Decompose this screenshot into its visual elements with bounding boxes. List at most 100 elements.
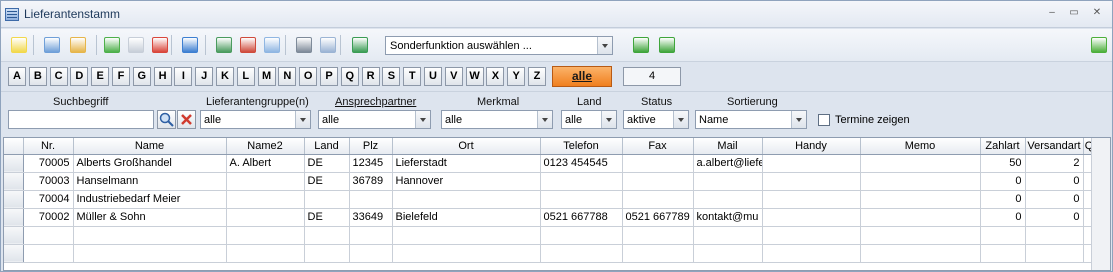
letter-filter-e[interactable]: E [91,67,110,86]
chevron-down-icon[interactable] [791,111,806,128]
column-header-nr[interactable]: Nr. [23,138,74,155]
table-cell[interactable] [693,190,763,209]
copy-record-button[interactable] [125,34,147,56]
letter-filter-m[interactable]: M [257,67,276,86]
table-row[interactable]: 70005 Alberts Großhandel A. Albert DE 12345 L… [4,154,1110,173]
table-cell[interactable]: Müller & Sohn [73,208,227,227]
column-header-plz[interactable]: Plz [349,138,393,155]
column-header-versandart[interactable]: Versandart [1025,138,1084,155]
letter-filter-o[interactable]: O [299,67,318,86]
all-letters-button[interactable]: alle [552,66,612,87]
search-folder-button[interactable] [67,34,89,56]
row-selector[interactable] [4,172,24,191]
column-header-memo[interactable]: Memo [860,138,981,155]
letter-filter-i[interactable]: I [174,67,193,86]
print-button[interactable] [293,34,315,56]
table-cell[interactable] [860,208,981,227]
letter-filter-l[interactable]: L [236,67,255,86]
table-cell[interactable] [762,154,861,173]
table-cell[interactable]: 33649 [349,208,393,227]
letter-filter-z[interactable]: Z [528,67,546,86]
sort-select[interactable]: Name [695,110,807,129]
letter-filter-v[interactable]: V [444,67,463,86]
chevron-down-icon[interactable] [601,111,616,128]
letter-filter-u[interactable]: U [424,67,442,86]
table-cell[interactable] [304,190,350,209]
letter-filter-a[interactable]: A [8,67,26,86]
attribute-select[interactable]: alle [441,110,553,129]
table-cell[interactable]: DE [304,172,350,191]
table-cell[interactable]: 70003 [23,172,74,191]
search-button[interactable] [41,34,63,56]
table-cell[interactable]: 0521 667788 [540,208,623,227]
new-record-button[interactable] [101,34,123,56]
table-cell[interactable]: 50 [980,154,1026,173]
search-input[interactable] [8,110,154,129]
column-header-name2[interactable]: Name2 [226,138,305,155]
column-header-fax[interactable]: Fax [622,138,694,155]
table-cell[interactable]: Hannover [392,172,541,191]
letter-filter-f[interactable]: F [112,67,130,86]
table-cell[interactable] [693,172,763,191]
table-cell[interactable]: Bielefeld [392,208,541,227]
row-selector[interactable] [4,190,24,209]
table-cell[interactable]: 0 [1025,172,1084,191]
letter-filter-w[interactable]: W [465,67,484,86]
table-cell[interactable] [622,172,694,191]
maximize-button[interactable]: ▭ [1066,6,1082,20]
table-cell[interactable]: 2 [1025,154,1084,173]
table-cell[interactable] [762,172,861,191]
table-cell[interactable] [860,154,981,173]
grid-layout-button[interactable] [317,34,339,56]
refresh-button[interactable] [656,34,678,56]
table-cell[interactable] [226,172,305,191]
table-cell[interactable] [860,190,981,209]
country-select[interactable]: alle [561,110,617,129]
table-cell[interactable] [762,208,861,227]
minimize-button[interactable]: – [1044,6,1060,20]
contact-person-select[interactable]: alle [318,110,431,129]
table-cell[interactable] [540,190,623,209]
table-cell[interactable]: 0521 667789 [622,208,694,227]
add-contact-button[interactable] [213,34,235,56]
column-header-handy[interactable]: Handy [762,138,861,155]
letter-filter-q[interactable]: Q [340,67,359,86]
column-header-mail[interactable]: Mail [693,138,763,155]
letter-filter-h[interactable]: H [153,67,172,86]
table-cell[interactable] [349,190,393,209]
table-cell[interactable] [622,154,694,173]
table-cell[interactable]: A. Albert [226,154,305,173]
undo-button[interactable] [630,34,652,56]
letter-filter-j[interactable]: J [195,67,214,86]
table-cell[interactable]: 0 [1025,208,1084,227]
table-row[interactable]: 70003 Hanselmann DE 36789 Hannover 0 0 [4,172,1110,191]
row-selector[interactable] [4,208,24,227]
table-cell[interactable] [860,172,981,191]
letter-filter-x[interactable]: X [486,67,505,86]
table-cell[interactable] [392,190,541,209]
letter-filter-k[interactable]: K [216,67,234,86]
table-cell[interactable]: 36789 [349,172,393,191]
table-cell[interactable]: 70005 [23,154,74,173]
chevron-down-icon[interactable] [415,111,430,128]
table-row[interactable]: 70004 Industriebedarf Meier 0 0 [4,190,1110,209]
table-cell[interactable]: Hanselmann [73,172,227,191]
email-button[interactable] [261,34,283,56]
vertical-scrollbar[interactable] [1091,138,1110,270]
letter-filter-g[interactable]: G [132,67,151,86]
table-cell[interactable] [226,208,305,227]
letter-filter-n[interactable]: N [278,67,297,86]
supplier-group-select[interactable]: alle [200,110,311,129]
letter-filter-d[interactable]: D [70,67,89,86]
table-cell[interactable]: a.albert@liefe [693,154,763,173]
table-cell[interactable] [762,190,861,209]
delete-record-button[interactable] [149,34,171,56]
table-cell[interactable]: 0 [980,190,1026,209]
letter-filter-y[interactable]: Y [507,67,526,86]
table-cell[interactable]: DE [304,154,350,173]
column-header-zahlart[interactable]: Zahlart [980,138,1026,155]
table-cell[interactable]: 0 [1025,190,1084,209]
search-clear-button[interactable] [177,110,196,129]
table-cell[interactable]: 70004 [23,190,74,209]
add-appointment-button[interactable] [237,34,259,56]
